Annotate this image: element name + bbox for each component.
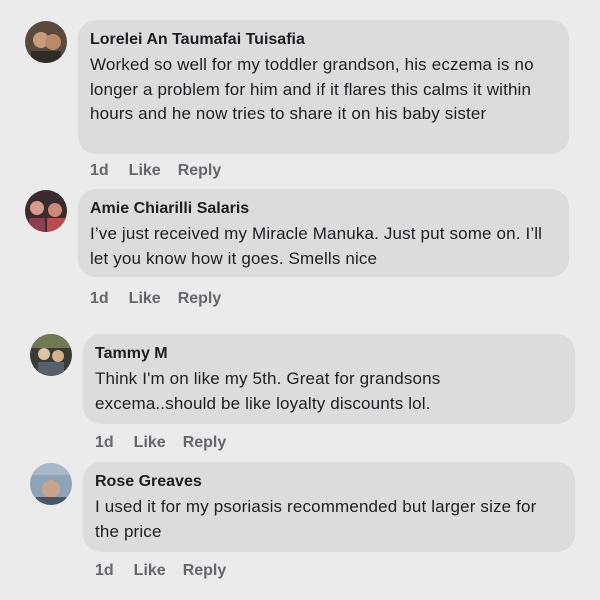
comment-text: Think I'm on like my 5th. Great for gran… bbox=[95, 369, 441, 413]
avatar[interactable] bbox=[30, 334, 72, 376]
comment-actions: 1d Like Reply bbox=[90, 290, 221, 308]
comment-text: I’ve just received my Miracle Manuka. Ju… bbox=[90, 224, 543, 268]
reply-button[interactable]: Reply bbox=[183, 434, 227, 452]
avatar[interactable] bbox=[30, 463, 72, 505]
avatar[interactable] bbox=[25, 190, 67, 232]
avatar-photo bbox=[30, 463, 72, 505]
comment-bubble: Rose Greaves I used it for my psoriasis … bbox=[83, 462, 575, 552]
reply-button[interactable]: Reply bbox=[178, 162, 222, 180]
comment-actions: 1d Like Reply bbox=[95, 434, 226, 452]
comment-author[interactable]: Rose Greaves bbox=[95, 472, 561, 492]
like-button[interactable]: Like bbox=[134, 562, 166, 580]
avatar[interactable] bbox=[25, 21, 67, 63]
comment-timestamp[interactable]: 1d bbox=[95, 434, 114, 452]
like-button[interactable]: Like bbox=[129, 290, 161, 308]
comment-bubble: Amie Chiarilli Salaris I’ve just receive… bbox=[78, 189, 569, 277]
comment-timestamp[interactable]: 1d bbox=[90, 290, 109, 308]
reply-button[interactable]: Reply bbox=[178, 290, 222, 308]
comment-author[interactable]: Amie Chiarilli Salaris bbox=[90, 199, 555, 219]
like-button[interactable]: Like bbox=[129, 162, 161, 180]
comment-actions: 1d Like Reply bbox=[90, 162, 221, 180]
comment-text: I used it for my psoriasis recommended b… bbox=[95, 497, 537, 541]
comment-timestamp[interactable]: 1d bbox=[90, 162, 109, 180]
comment-timestamp[interactable]: 1d bbox=[95, 562, 114, 580]
like-button[interactable]: Like bbox=[134, 434, 166, 452]
comment-bubble: Lorelei An Taumafai Tuisafia Worked so w… bbox=[78, 20, 569, 154]
reply-button[interactable]: Reply bbox=[183, 562, 227, 580]
comment-author[interactable]: Lorelei An Taumafai Tuisafia bbox=[90, 30, 555, 50]
comment-bubble: Tammy M Think I'm on like my 5th. Great … bbox=[83, 334, 575, 424]
avatar-photo bbox=[25, 21, 67, 63]
avatar-photo bbox=[25, 190, 67, 232]
comment-author[interactable]: Tammy M bbox=[95, 344, 561, 364]
comment-actions: 1d Like Reply bbox=[95, 562, 226, 580]
avatar-photo bbox=[30, 334, 72, 376]
comment-text: Worked so well for my toddler grandson, … bbox=[90, 55, 534, 123]
